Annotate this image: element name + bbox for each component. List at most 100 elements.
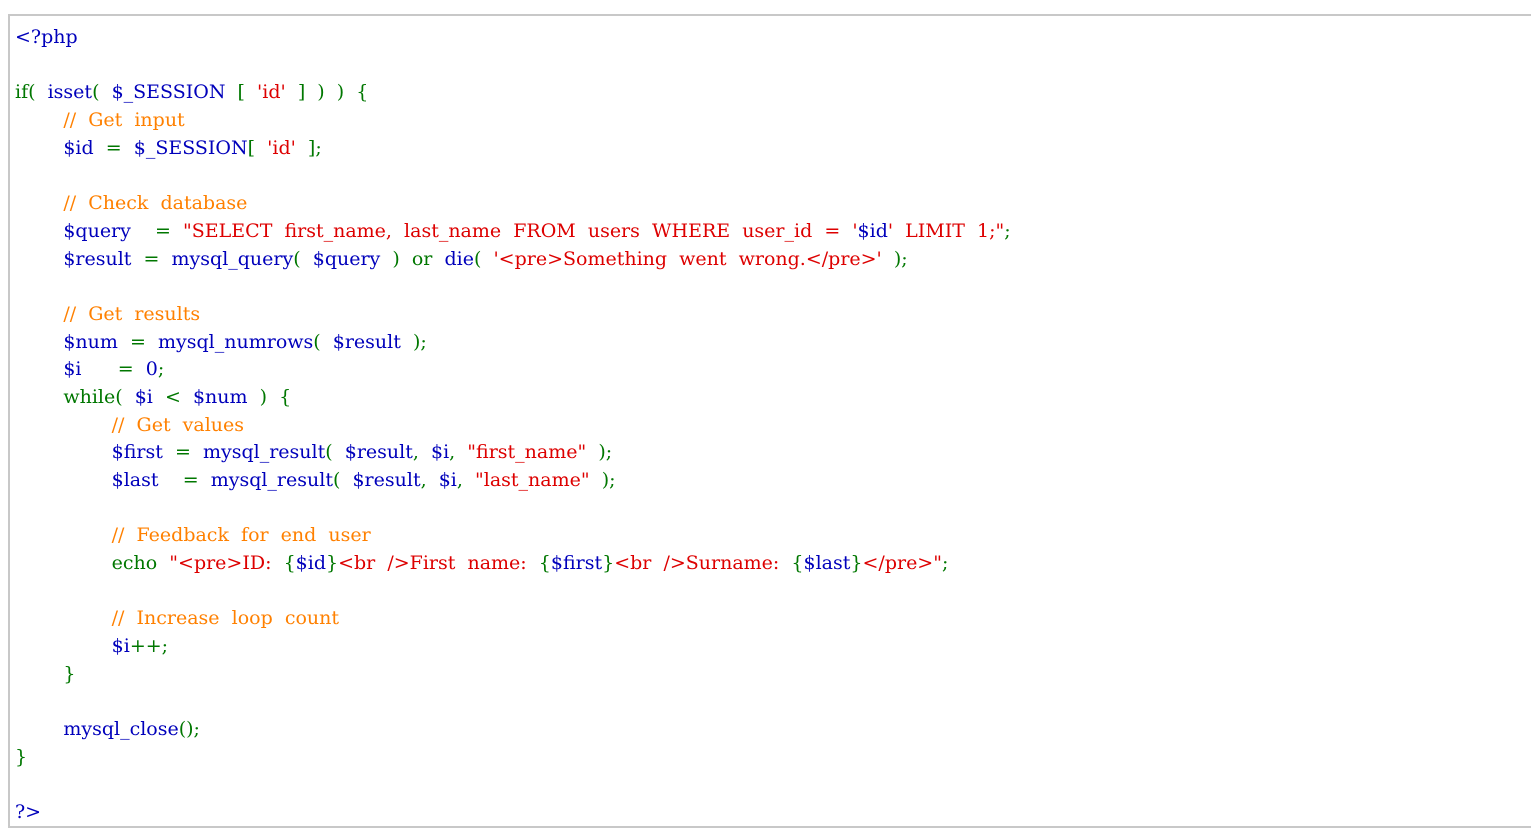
code-token-keyword (15, 718, 63, 740)
code-token-keyword: ) { (259, 385, 292, 408)
code-token-keyword: ); (412, 330, 427, 353)
code-token-default: $result (332, 330, 413, 353)
code-token-default: <?php (15, 26, 78, 48)
code-token-keyword: = (130, 330, 158, 353)
code-token-keyword: ]; (307, 136, 322, 159)
code-token-keyword: ; (1004, 219, 1011, 242)
code-token-keyword: ( (313, 330, 333, 353)
code-token-keyword (15, 635, 112, 657)
code-token-keyword (15, 137, 63, 159)
code-line: mysql_close(); (15, 716, 1011, 744)
code-token-string: </pre>" (862, 552, 942, 575)
code-line: ​ (15, 495, 1011, 523)
code-line: $last = mysql_result( $result, $i, "last… (15, 467, 1011, 495)
code-token-default: $last (803, 552, 851, 575)
code-line: while( $i < $num ) { (15, 384, 1011, 412)
code-token-default: $i (63, 358, 118, 381)
code-token-keyword: } (326, 552, 339, 575)
code-token-keyword: ( (325, 441, 345, 464)
code-token-default: mysql_query (171, 247, 294, 270)
code-token-comment: // Get results (63, 302, 201, 325)
code-line: } (15, 744, 1011, 772)
code-token-keyword: ); (601, 469, 616, 491)
code-token-keyword: { (538, 552, 551, 575)
code-token-keyword: } (850, 552, 863, 575)
code-token-comment: // Increase loop count (111, 607, 340, 630)
code-token-default: die (444, 247, 474, 270)
code-token-default: $id (295, 552, 326, 575)
code-token-default: $_SESSION (133, 136, 248, 159)
code-token-string: 'id' (267, 136, 308, 159)
code-token-default: $i (430, 441, 450, 464)
code-token-keyword (15, 192, 63, 214)
code-token-string: '<pre>Something went wrong.</pre>' (493, 247, 894, 270)
code-token-keyword (15, 109, 63, 131)
code-token-default: $query (63, 219, 156, 242)
code-token-keyword: ; (157, 358, 165, 381)
code-line: // Feedback for end user (15, 522, 1011, 550)
code-token-keyword (15, 331, 63, 353)
code-line: ​ (15, 689, 1011, 717)
code-token-comment: // Check database (63, 192, 248, 215)
code-token-string: "first_name" (467, 441, 599, 464)
code-token-keyword (15, 303, 63, 325)
code-token-keyword (15, 469, 112, 491)
code-token-default: $result (63, 247, 144, 270)
code-token-default: mysql_close (63, 718, 179, 741)
code-token-keyword (15, 441, 112, 463)
code-line: ​ (15, 772, 1011, 800)
code-token-default: $i (111, 635, 130, 658)
code-token-keyword: } (15, 745, 28, 768)
code-line: // Get input (15, 107, 1011, 135)
code-token-default: mysql_result (210, 469, 333, 491)
code-line: // Get results (15, 301, 1011, 329)
code-line: ?> (15, 799, 1011, 826)
code-token-keyword: ( (332, 469, 353, 491)
code-token-keyword: , (456, 469, 476, 491)
code-token-keyword: = (174, 441, 203, 464)
code-token-keyword: ); (598, 441, 613, 464)
code-token-default: $first (550, 552, 603, 575)
code-line: $result = mysql_query( $query ) or die( … (15, 246, 1011, 274)
code-token-comment: // Feedback for end user (111, 524, 371, 547)
code-token-keyword: = (117, 358, 146, 381)
code-token-keyword: , (420, 469, 439, 491)
code-line: $i++; (15, 633, 1011, 661)
code-token-keyword (15, 358, 63, 380)
code-token-default: $_SESSION (111, 81, 238, 104)
code-token-keyword: [ (247, 136, 268, 159)
code-token-keyword: [ (237, 81, 258, 104)
code-token-keyword (15, 220, 63, 242)
code-line: <?php (15, 24, 1011, 52)
code-token-string: ' LIMIT 1;" (887, 219, 1005, 242)
code-line: $i = 0; (15, 356, 1011, 384)
code-token-default: $i (134, 385, 165, 408)
code-token-keyword: (); (178, 718, 200, 741)
code-line: // Get values (15, 412, 1011, 440)
code-token-default: isset (47, 81, 93, 104)
code-token-keyword: } (15, 662, 76, 685)
code-token-keyword: = (105, 136, 134, 159)
code-token-default: $result (352, 469, 421, 491)
source-code-block: <?php ​ if( isset( $_SESSION [ 'id' ] ) ) … (15, 24, 1011, 826)
code-token-keyword: { (791, 552, 804, 575)
code-line: echo "<pre>ID: {$id}<br />First name: {$… (15, 550, 1011, 578)
code-token-keyword: ; (941, 552, 949, 575)
code-token-keyword: while( (15, 385, 135, 408)
code-line: } (15, 661, 1011, 689)
code-token-string: <br />Surname: (614, 552, 792, 575)
code-token-comment: // Get input (63, 109, 185, 132)
code-token-keyword: echo (15, 552, 170, 575)
code-token-default: mysql_result (202, 441, 326, 464)
code-line: ​ (15, 273, 1011, 301)
code-token-keyword: ); (893, 247, 908, 270)
code-line: ​ (15, 578, 1011, 606)
code-token-keyword (15, 414, 112, 436)
code-token-default: $last (111, 469, 183, 491)
code-token-string: "<pre>ID: (169, 552, 284, 575)
code-line: // Increase loop count (15, 605, 1011, 633)
code-line: if( isset( $_SESSION [ 'id' ] ) ) { (15, 79, 1011, 107)
code-line: ​ (15, 162, 1011, 190)
code-viewer: <?php ​ if( isset( $_SESSION [ 'id' ] ) ) … (8, 14, 1531, 828)
code-token-keyword: = (155, 219, 184, 242)
